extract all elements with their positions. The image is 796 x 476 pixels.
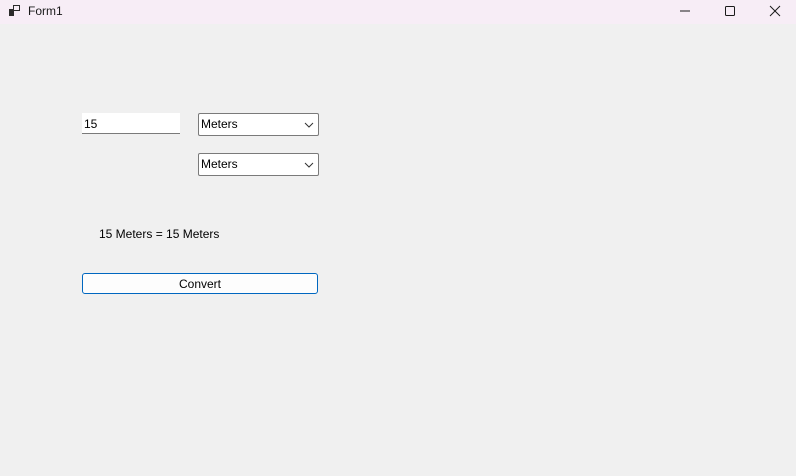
to-unit-dropdown[interactable]: Meters bbox=[198, 153, 319, 176]
window-title: Form1 bbox=[28, 4, 63, 18]
convert-button[interactable]: Convert bbox=[82, 273, 318, 294]
to-unit-value: Meters bbox=[201, 157, 238, 171]
app-icon[interactable] bbox=[9, 5, 21, 17]
result-label: 15 Meters = 15 Meters bbox=[99, 227, 220, 241]
close-button[interactable] bbox=[752, 0, 796, 22]
app-window: Form1 Meters Meters 1 bbox=[0, 0, 796, 476]
maximize-icon bbox=[725, 6, 735, 16]
from-unit-dropdown[interactable]: Meters bbox=[198, 113, 319, 136]
from-unit-value: Meters bbox=[201, 117, 238, 131]
value-input[interactable] bbox=[82, 113, 180, 134]
title-bar[interactable]: Form1 bbox=[0, 0, 796, 24]
form-client-area bbox=[0, 24, 796, 476]
maximize-button[interactable] bbox=[707, 0, 753, 22]
minimize-button[interactable] bbox=[662, 0, 708, 22]
chevron-down-icon bbox=[304, 122, 314, 128]
chevron-down-icon bbox=[304, 162, 314, 168]
minimize-icon bbox=[680, 10, 690, 12]
close-icon bbox=[769, 5, 781, 17]
